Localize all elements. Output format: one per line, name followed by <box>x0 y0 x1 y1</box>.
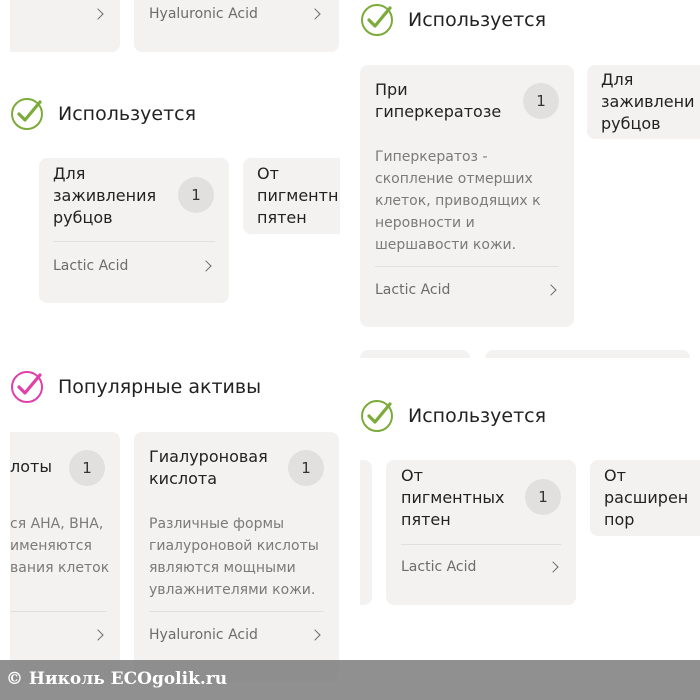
count-badge: 1 <box>525 479 561 515</box>
chevron-right-icon <box>200 260 212 272</box>
card-pores-partial[interactable]: От расширен пор <box>590 460 700 536</box>
card-title: Гиалуроновая кислота <box>149 447 268 488</box>
card-pigment-spots[interactable]: От пигментных пятен 1 Lactic Acid <box>386 460 576 605</box>
chevron-right-icon <box>309 629 321 641</box>
panel-bottom-left: Популярные активы лоты 1 ся AHA, BHA, им… <box>10 358 340 700</box>
card-edge-left[interactable] <box>360 460 372 605</box>
card-description: ся AHA, BHA, именяются вания клеток <box>10 516 110 576</box>
card-title: От пигментн пятен <box>257 164 339 227</box>
card-title: Для заживлени рубцов <box>601 70 695 133</box>
ingredient-label: Hyaluronic Acid <box>149 6 258 22</box>
check-circle-pink-icon <box>11 371 43 403</box>
panel-top-right: Используется При гиперкератозе 1 Гиперке… <box>360 0 700 358</box>
ingredient-label: Lactic Acid <box>401 559 477 575</box>
section-header-used: Используется <box>360 3 546 37</box>
divider <box>375 266 559 267</box>
section-title: Используется <box>58 103 197 125</box>
watermark-bar: © Николь ECOgolik.ru <box>0 660 700 700</box>
section-header-used: Используется <box>10 97 196 131</box>
card-hyperkeratosis[interactable]: При гиперкератозе 1 Гиперкератоз - скопл… <box>360 65 574 327</box>
card-pigment-partial[interactable]: От пигментн пятен <box>243 158 340 234</box>
card-scar-partial[interactable]: Для заживлени рубцов <box>587 65 700 139</box>
count-badge: 1 <box>523 83 559 119</box>
count-badge: 1 <box>178 177 214 213</box>
card-acids-partial[interactable]: лоты 1 ся AHA, BHA, именяются вания клет… <box>10 432 120 682</box>
chevron-right-icon <box>92 8 104 20</box>
count-badge: 1 <box>69 450 105 486</box>
card-description: Различные формы гиалуроновой кислоты явл… <box>149 516 319 598</box>
card-title: Для заживления рубцов <box>53 164 157 227</box>
divider <box>10 611 106 612</box>
card-title: При гиперкератозе <box>375 80 502 121</box>
ingredient-label: Lactic Acid <box>375 282 451 298</box>
divider <box>149 611 324 612</box>
chevron-right-icon <box>547 561 559 573</box>
ingredient-label: Lactic Acid <box>53 258 129 274</box>
card-partial-top-left[interactable] <box>10 0 120 52</box>
card-edge-bottom-a <box>360 350 470 358</box>
ingredient-label: Hyaluronic Acid <box>149 627 258 643</box>
section-header-popular: Популярные активы <box>10 370 261 404</box>
card-title: лоты <box>10 457 52 476</box>
section-title: Популярные активы <box>58 376 262 398</box>
card-scar-healing[interactable]: Для заживления рубцов 1 Lactic Acid <box>39 158 229 303</box>
card-edge-bottom-b <box>485 350 690 358</box>
chevron-right-icon <box>92 629 104 641</box>
card-title: От пигментных пятен <box>401 466 505 529</box>
count-badge: 1 <box>288 450 324 486</box>
divider <box>53 241 215 242</box>
watermark-text: © Николь ECOgolik.ru <box>6 669 228 689</box>
card-hyaluronic-top[interactable]: Hyaluronic Acid <box>134 0 339 52</box>
card-hyaluronic-acid[interactable]: Гиалуроновая кислота 1 Различные формы г… <box>134 432 339 682</box>
check-circle-green-icon <box>361 400 393 432</box>
check-circle-green-icon <box>11 98 43 130</box>
section-title: Используется <box>408 9 547 31</box>
chevron-right-icon <box>545 284 557 296</box>
card-description: Гиперкератоз - скопление отмерших клеток… <box>375 149 541 253</box>
section-title: Используется <box>408 405 547 427</box>
section-header-used: Используется <box>360 399 546 433</box>
chevron-right-icon <box>309 8 321 20</box>
card-title: От расширен пор <box>604 466 689 529</box>
check-circle-green-icon <box>361 4 393 36</box>
panel-top-left: Hyaluronic Acid Используется Для заживле… <box>10 0 340 350</box>
divider <box>401 544 561 545</box>
panel-bottom-right: Используется От пигментных пятен 1 Lacti… <box>360 380 700 700</box>
